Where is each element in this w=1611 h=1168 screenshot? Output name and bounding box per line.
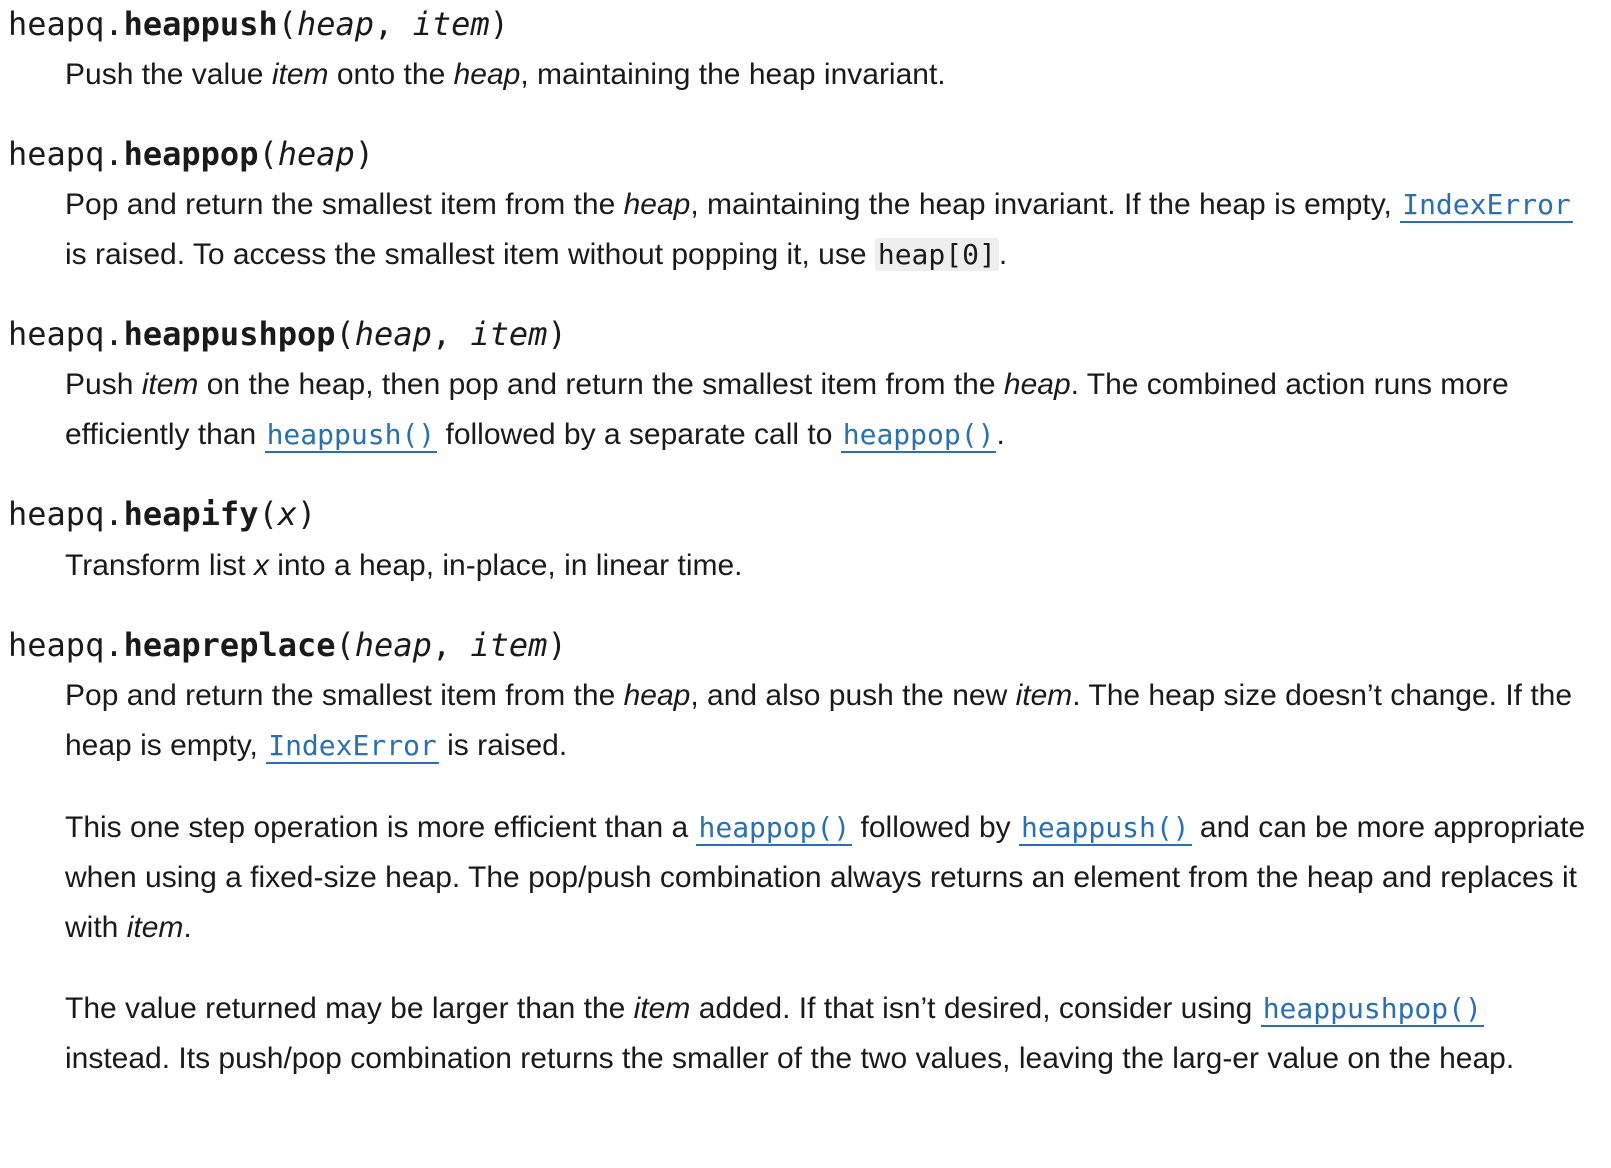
- param: heap: [296, 5, 375, 43]
- text: Pop and return the smallest item from th…: [65, 188, 624, 221]
- text: This one step operation is more efficien…: [65, 811, 697, 844]
- paragraph: Pop and return the smallest item from th…: [65, 671, 1595, 771]
- paragraph: Transform list x into a heap, in-place, …: [65, 541, 1595, 591]
- indexerror-link[interactable]: IndexError: [1400, 188, 1573, 223]
- text: followed by: [852, 811, 1019, 844]
- signature-heapreplace: heapq.heapreplace(heap, item): [8, 625, 567, 665]
- text: Transform list: [65, 549, 254, 582]
- text: , maintaining the heap invariant. If the…: [690, 188, 1401, 221]
- heappop-link[interactable]: heappop(): [696, 811, 853, 846]
- module-prefix: heapq.: [8, 315, 124, 353]
- module-prefix: heapq.: [8, 135, 124, 173]
- paragraph: This one step operation is more efficien…: [65, 803, 1595, 953]
- paragraph: Pop and return the smallest item from th…: [65, 180, 1595, 280]
- emphasis: heap: [623, 188, 691, 221]
- heappushpop-link[interactable]: heappushpop(): [1260, 992, 1484, 1027]
- param: item: [470, 626, 548, 664]
- heappush-link[interactable]: heappush(): [1018, 811, 1192, 846]
- text: added. If that isn’t desired, consider u…: [690, 992, 1261, 1025]
- inline-code: heap[0]: [874, 238, 999, 271]
- param-separator: ,: [431, 626, 471, 664]
- text: The value returned may be larger than th…: [65, 992, 634, 1025]
- documentation-page: heapq.heappush(heap, item) Push the valu…: [0, 0, 1611, 1168]
- open-paren: (: [258, 135, 278, 173]
- param: item: [412, 5, 490, 43]
- heappush-link[interactable]: heappush(): [264, 418, 438, 453]
- param: heap: [354, 315, 432, 353]
- text: instead. Its push/pop combination return…: [65, 1042, 1515, 1075]
- function-name: heappop: [123, 135, 259, 173]
- module-prefix: heapq.: [8, 495, 124, 533]
- text: , maintaining the heap invariant.: [520, 58, 946, 91]
- open-paren: (: [335, 626, 355, 664]
- text: into a heap, in-place, in linear time.: [268, 549, 743, 582]
- emphasis: heap: [623, 679, 691, 712]
- heappop-link[interactable]: heappop(): [840, 418, 997, 453]
- close-paren: ): [547, 626, 567, 664]
- emphasis: heap: [1003, 368, 1071, 401]
- emphasis: item: [271, 58, 329, 91]
- open-paren: (: [277, 5, 297, 43]
- indexerror-link[interactable]: IndexError: [266, 729, 439, 764]
- paragraph: Push the value item onto the heap, maint…: [65, 50, 1595, 100]
- function-name: heapreplace: [123, 626, 336, 664]
- description-heapreplace-2: This one step operation is more efficien…: [65, 803, 1595, 953]
- function-name: heappushpop: [123, 315, 336, 353]
- description-heappush: Push the value item onto the heap, maint…: [65, 50, 1595, 100]
- open-paren: (: [335, 315, 355, 353]
- emphasis: item: [126, 911, 184, 944]
- module-prefix: heapq.: [8, 5, 124, 43]
- text: Push the value: [65, 58, 272, 91]
- param: heap: [277, 135, 355, 173]
- description-heapreplace-1: Pop and return the smallest item from th…: [65, 671, 1595, 771]
- param: x: [277, 495, 297, 533]
- text: .: [998, 238, 1008, 271]
- emphasis: heap: [453, 58, 521, 91]
- function-name: heapify: [123, 495, 259, 533]
- param-separator: ,: [431, 315, 471, 353]
- text: , and also push the new: [690, 679, 1016, 712]
- description-heappushpop: Push item on the heap, then pop and retu…: [65, 360, 1595, 460]
- description-heapreplace-3: The value returned may be larger than th…: [65, 984, 1595, 1084]
- signature-heappop: heapq.heappop(heap): [8, 134, 374, 174]
- text: onto the: [328, 58, 454, 91]
- paragraph: Push item on the heap, then pop and retu…: [65, 360, 1595, 460]
- close-paren: ): [489, 5, 509, 43]
- param: heap: [354, 626, 432, 664]
- function-name: heappush: [123, 5, 278, 43]
- signature-heappushpop: heapq.heappushpop(heap, item): [8, 314, 567, 354]
- param: item: [470, 315, 548, 353]
- description-heapify: Transform list x into a heap, in-place, …: [65, 541, 1595, 591]
- emphasis: x: [253, 549, 269, 582]
- description-heappop: Pop and return the smallest item from th…: [65, 180, 1595, 280]
- close-paren: ): [354, 135, 375, 173]
- module-prefix: heapq.: [8, 626, 124, 664]
- text: .: [183, 911, 192, 944]
- text: is raised.: [438, 729, 568, 762]
- param-separator: ,: [374, 5, 413, 43]
- signature-heapify: heapq.heapify(x): [8, 494, 316, 534]
- close-paren: ): [296, 495, 317, 533]
- emphasis: item: [633, 992, 691, 1025]
- text: Push: [65, 368, 142, 401]
- text: is raised. To access the smallest item w…: [65, 238, 875, 271]
- signature-heappush: heapq.heappush(heap, item): [8, 4, 509, 44]
- paragraph: The value returned may be larger than th…: [65, 984, 1595, 1084]
- close-paren: ): [547, 315, 567, 353]
- emphasis: item: [1015, 679, 1073, 712]
- text: Pop and return the smallest item from th…: [65, 679, 624, 712]
- emphasis: item: [141, 368, 199, 401]
- text: .: [996, 418, 1005, 451]
- text: on the heap, then pop and return the sma…: [198, 368, 1004, 401]
- text: followed by a separate call to: [437, 418, 841, 451]
- open-paren: (: [258, 495, 278, 533]
